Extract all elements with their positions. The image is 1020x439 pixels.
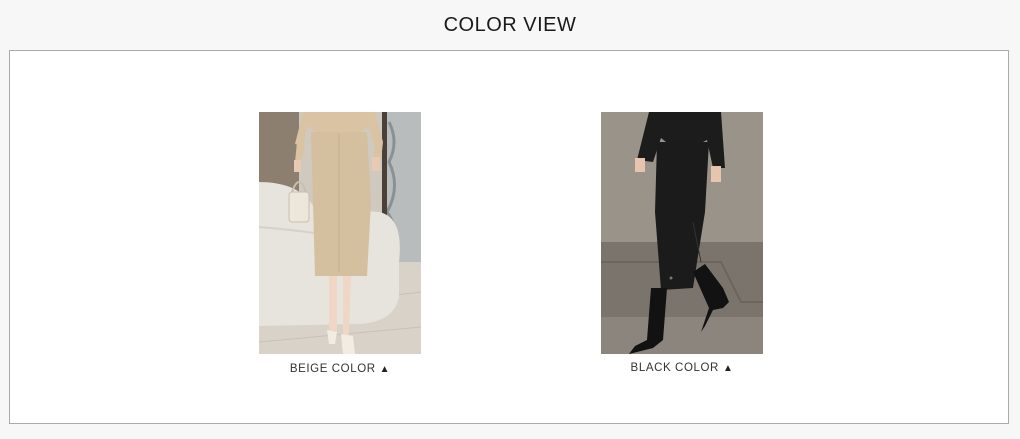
triangle-up-icon: ▲ bbox=[379, 364, 391, 375]
beige-skirt-photo[interactable] bbox=[259, 112, 421, 354]
black-skirt-photo[interactable] bbox=[601, 112, 763, 354]
beige-color-caption[interactable]: BEIGE COLOR ▲ bbox=[259, 363, 421, 375]
triangle-up-icon: ▲ bbox=[722, 363, 734, 374]
product-black[interactable]: BLACK COLOR ▲ bbox=[601, 112, 763, 374]
color-view-panel: BEIGE COLOR ▲ BLACK COLOR ▲ bbox=[9, 50, 1009, 424]
caption-label: BLACK COLOR bbox=[630, 362, 719, 374]
product-beige[interactable]: BEIGE COLOR ▲ bbox=[259, 112, 421, 375]
caption-label: BEIGE COLOR bbox=[289, 363, 376, 375]
page-title: COLOR VIEW bbox=[443, 14, 577, 36]
black-color-caption[interactable]: BLACK COLOR ▲ bbox=[601, 362, 763, 374]
